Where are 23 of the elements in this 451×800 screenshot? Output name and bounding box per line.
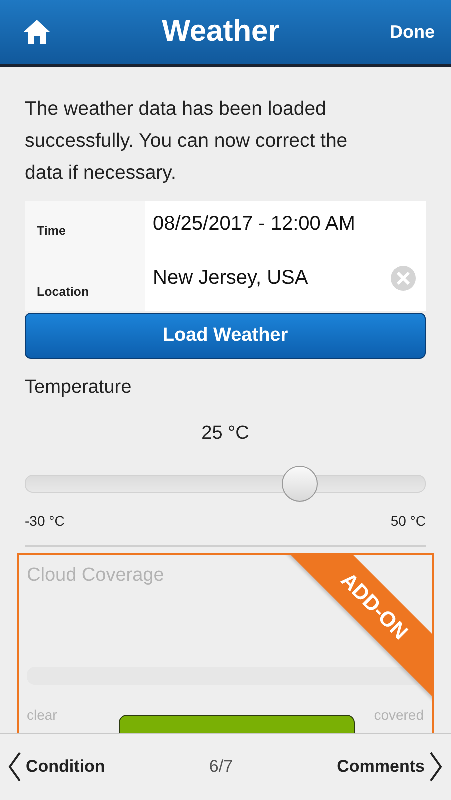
chevron-right-icon: [429, 752, 443, 782]
max-label: covered: [374, 707, 424, 723]
temperature-reading: 25 °C: [202, 423, 250, 445]
min-label: -30 °C: [25, 513, 65, 529]
field-label: Time: [25, 201, 145, 257]
slider-thumb[interactable]: [282, 466, 318, 502]
intro-text: The weather data has been loaded successfully. You can now correct the data if necessary.: [25, 97, 349, 186]
home-button[interactable]: [22, 17, 52, 47]
max-label: 50 °C: [390, 513, 426, 529]
next-button[interactable]: Comments: [337, 752, 443, 782]
home-icon: [22, 17, 52, 47]
min-label: clear: [27, 707, 58, 723]
page-indicator: 6/7: [209, 757, 234, 777]
close-icon: [397, 272, 410, 284]
screen-title: Weather: [162, 15, 280, 49]
load-weather-button[interactable]: Load Weather: [25, 313, 426, 359]
previous-button[interactable]: Condition: [8, 752, 106, 782]
section-title: Temperature: [25, 377, 133, 399]
done-button[interactable]: Done: [390, 22, 435, 42]
input-field[interactable]: 08/25/2017 - 12:00 AM: [153, 213, 383, 236]
input-field[interactable]: New Jersey, USA: [153, 266, 383, 290]
chevron-left-icon: [8, 752, 22, 782]
field-label: Location: [25, 257, 145, 311]
